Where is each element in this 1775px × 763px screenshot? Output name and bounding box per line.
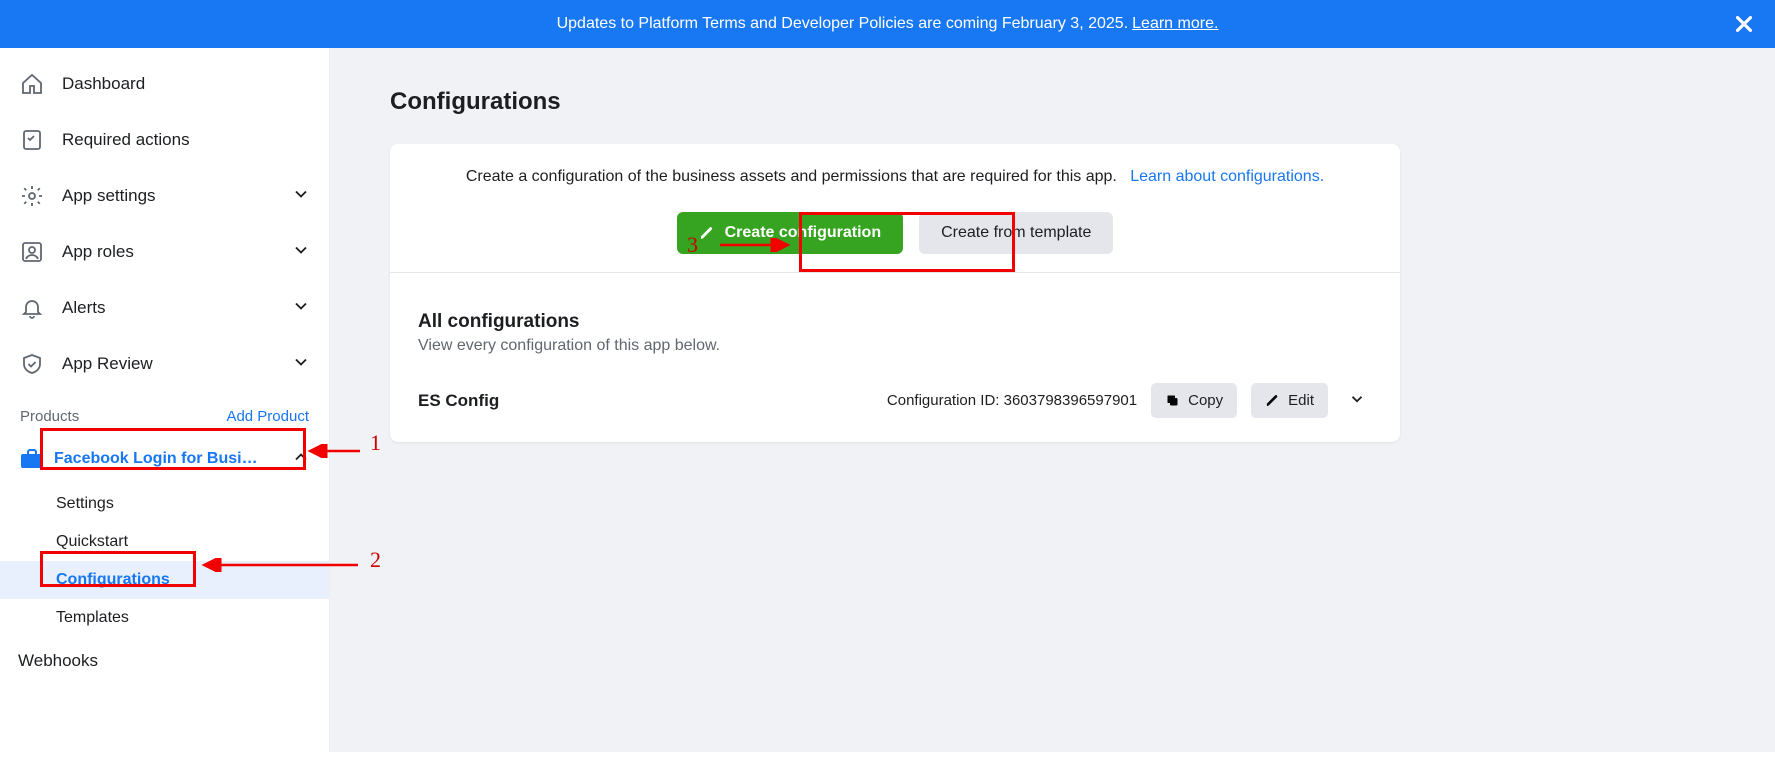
create-label: Create configuration <box>725 224 881 242</box>
sidebar-product-fblogin[interactable]: Facebook Login for Busi… <box>0 433 329 485</box>
nav-app-settings[interactable]: App settings <box>0 168 329 224</box>
all-configs-subtitle: View every configuration of this app bel… <box>418 337 1372 355</box>
nav-required-actions[interactable]: Required actions <box>0 112 329 168</box>
nav-label: Dashboard <box>62 74 145 94</box>
nav-alerts[interactable]: Alerts <box>0 280 329 336</box>
edit-button[interactable]: Edit <box>1251 383 1328 418</box>
products-header: Products Add Product <box>0 392 329 433</box>
chevron-down-icon <box>291 240 311 265</box>
sub-configurations[interactable]: Configurations <box>0 561 329 599</box>
add-product-link[interactable]: Add Product <box>226 408 309 425</box>
chevron-down-icon <box>291 296 311 321</box>
action-row: Create configuration Create from templat… <box>418 194 1372 272</box>
intro-text: Create a configuration of the business a… <box>466 168 1117 185</box>
page-title: Configurations <box>390 88 1775 116</box>
all-configs-title: All configurations <box>418 311 1372 333</box>
sub-quickstart[interactable]: Quickstart <box>0 523 329 561</box>
intro-text-row: Create a configuration of the business a… <box>418 168 1372 194</box>
intro-learn-link[interactable]: Learn about configurations. <box>1130 168 1324 185</box>
nav-dashboard[interactable]: Dashboard <box>0 56 329 112</box>
create-configuration-button[interactable]: Create configuration <box>677 212 903 254</box>
copy-button[interactable]: Copy <box>1151 383 1237 418</box>
banner-close-button[interactable] <box>1733 13 1755 35</box>
edit-label: Edit <box>1288 392 1314 409</box>
shield-check-icon <box>18 350 46 378</box>
config-id: Configuration ID: 3603798396597901 <box>887 392 1137 409</box>
main-content: Configurations Create a configuration of… <box>330 48 1775 752</box>
annotation-number-2: 2 <box>370 547 381 573</box>
annotation-number-1: 1 <box>370 430 381 456</box>
banner-learn-more-link[interactable]: Learn more. <box>1132 15 1218 33</box>
nav-app-review[interactable]: App Review <box>0 336 329 392</box>
expand-row-button[interactable] <box>1342 384 1372 417</box>
close-icon <box>1733 13 1755 35</box>
nav-label: App roles <box>62 242 134 262</box>
products-label: Products <box>20 408 79 425</box>
pencil-icon <box>1265 393 1280 408</box>
announcement-banner: Updates to Platform Terms and Developer … <box>0 0 1775 48</box>
roles-icon <box>18 238 46 266</box>
sidebar: Dashboard Required actions App settings … <box>0 48 330 752</box>
home-icon <box>18 70 46 98</box>
nav-label: App settings <box>62 186 156 206</box>
copy-label: Copy <box>1188 392 1223 409</box>
chevron-down-icon <box>291 184 311 209</box>
config-name: ES Config <box>418 391 499 411</box>
create-from-template-button[interactable]: Create from template <box>919 212 1113 254</box>
nav-label: Alerts <box>62 298 105 318</box>
pencil-icon <box>699 225 715 241</box>
checklist-icon <box>18 126 46 154</box>
chevron-down-icon <box>291 352 311 377</box>
sub-templates[interactable]: Templates <box>0 599 329 637</box>
nav-label: App Review <box>62 354 153 374</box>
banner-text: Updates to Platform Terms and Developer … <box>557 15 1129 33</box>
copy-icon <box>1165 393 1180 408</box>
briefcase-icon <box>18 445 46 473</box>
gear-icon <box>18 182 46 210</box>
nav-app-roles[interactable]: App roles <box>0 224 329 280</box>
bell-icon <box>18 294 46 322</box>
config-row: ES Config Configuration ID: 360379839659… <box>418 383 1372 418</box>
sub-settings[interactable]: Settings <box>0 485 329 523</box>
chevron-up-icon <box>291 447 311 472</box>
chevron-down-icon <box>1348 390 1366 408</box>
nav-label: Required actions <box>62 130 190 150</box>
configurations-card: Create a configuration of the business a… <box>390 144 1400 442</box>
product-title: Facebook Login for Busi… <box>54 450 291 468</box>
sidebar-product-webhooks[interactable]: Webhooks <box>0 637 329 685</box>
